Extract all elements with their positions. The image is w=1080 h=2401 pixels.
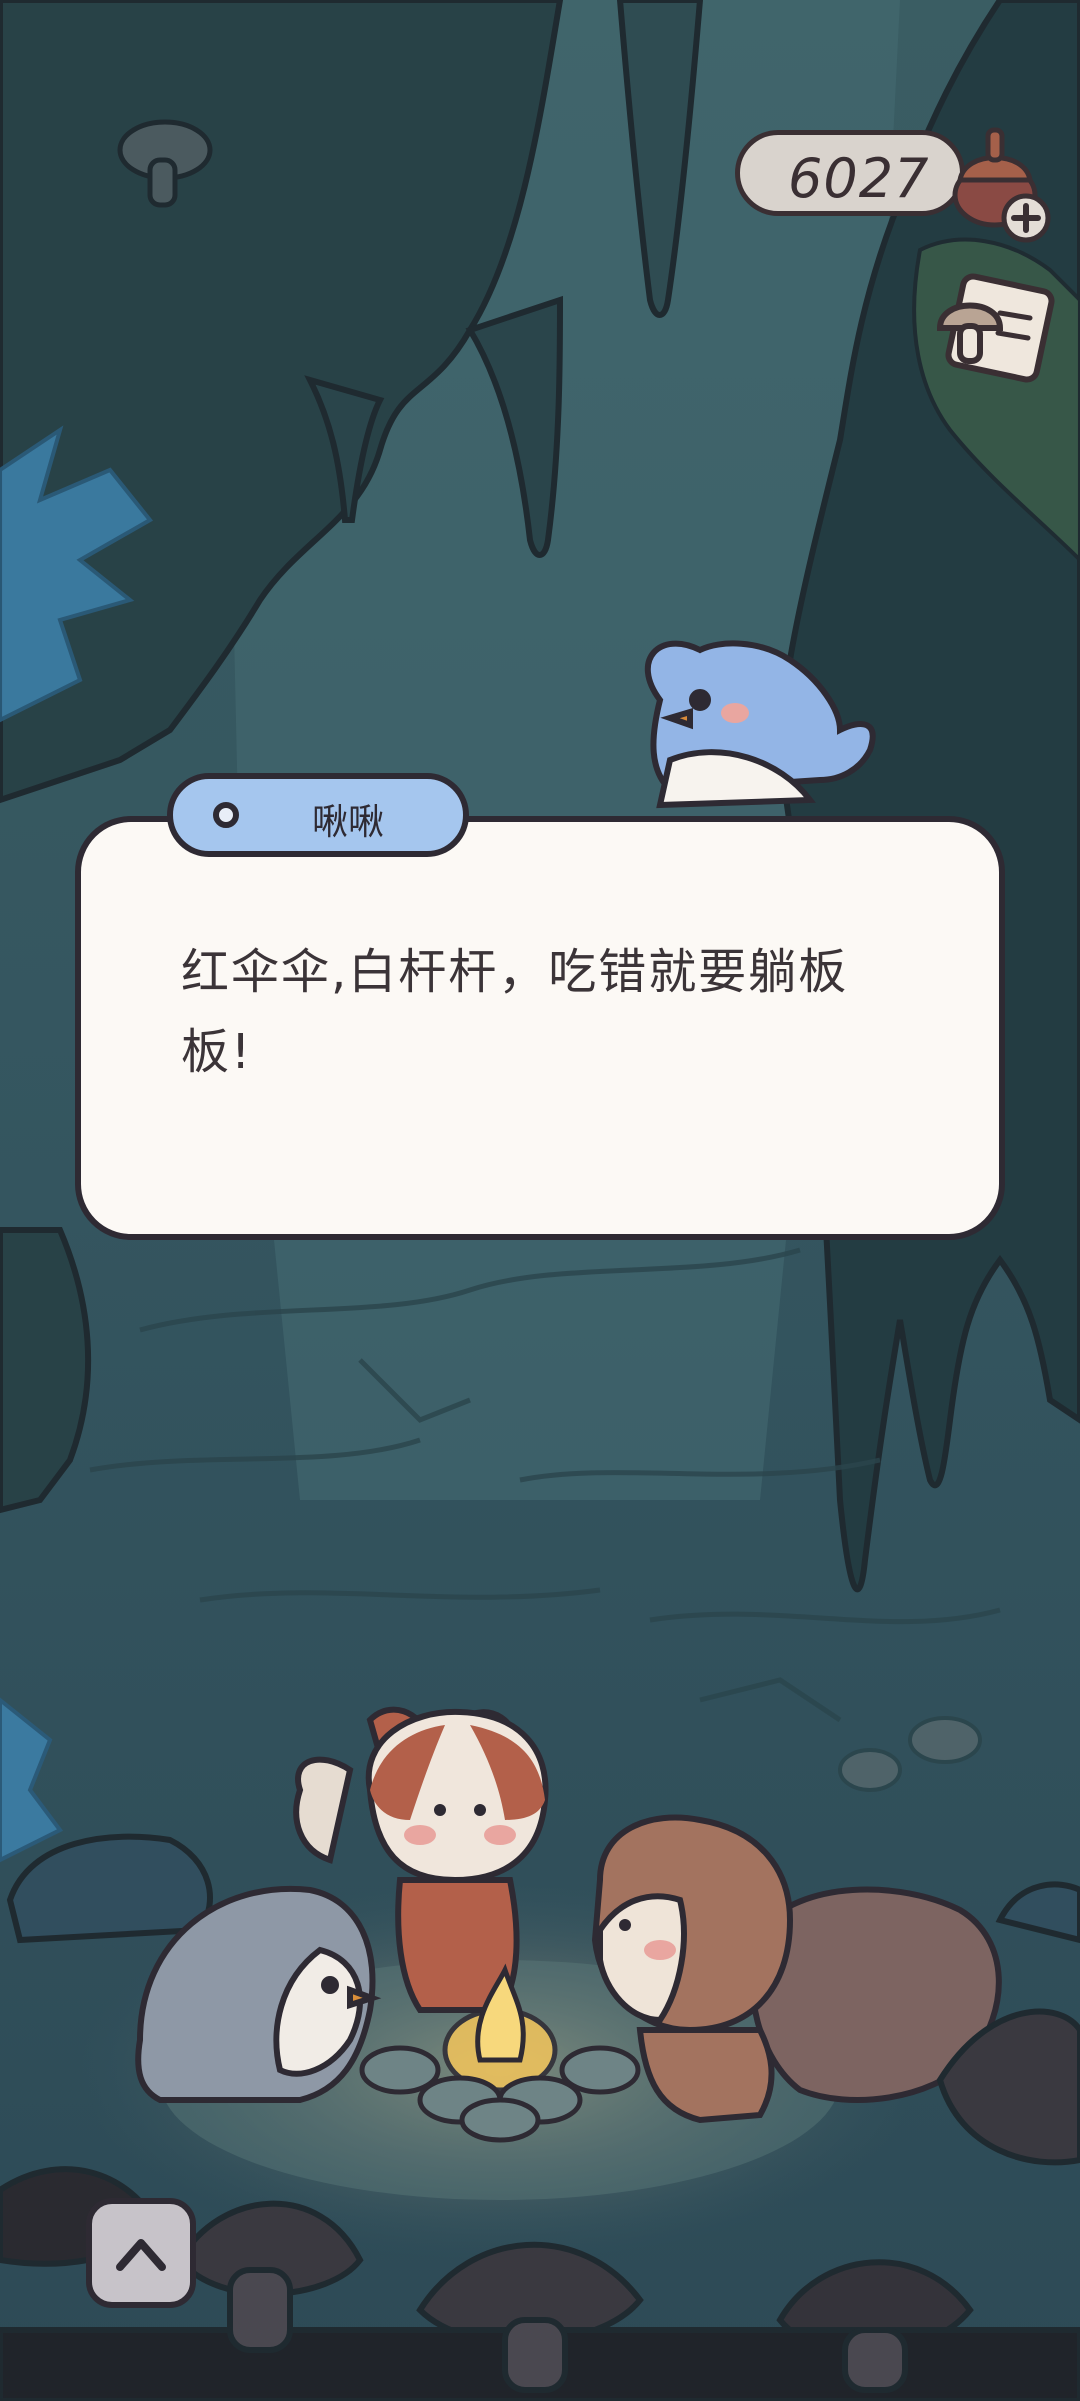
speaker-indicator <box>213 802 239 828</box>
dialog-box[interactable]: 红伞伞,白杆杆，吃错就要躺板板! <box>75 816 1005 1240</box>
currency-pill: 6027 <box>735 130 965 216</box>
game-screen: 6027 红伞伞,白杆杆，吃错就要躺板板! 啾啾 <box>0 0 1080 2401</box>
speaker-tab: 啾啾 <box>167 773 469 857</box>
acorn-currency[interactable]: 6027 <box>735 127 1051 243</box>
dialog-text: 红伞伞,白杆杆，吃错就要躺板板! <box>181 944 849 1080</box>
speaker-name: 啾啾 <box>311 802 384 843</box>
chevron-up-icon <box>116 2239 166 2271</box>
expand-up-button[interactable] <box>86 2198 196 2308</box>
mushroom-note-icon[interactable] <box>930 268 1060 398</box>
plus-icon[interactable] <box>1000 192 1052 244</box>
currency-amount: 6027 <box>788 147 930 210</box>
